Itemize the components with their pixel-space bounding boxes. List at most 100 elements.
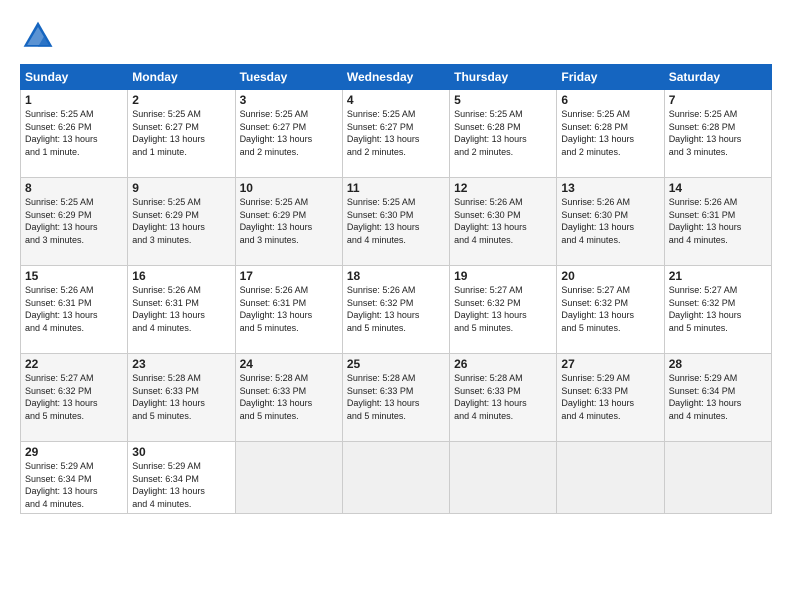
day-number: 1 — [25, 93, 123, 107]
calendar-cell — [342, 442, 449, 514]
calendar-cell: 16Sunrise: 5:26 AMSunset: 6:31 PMDayligh… — [128, 266, 235, 354]
day-number: 24 — [240, 357, 338, 371]
calendar-cell: 6Sunrise: 5:25 AMSunset: 6:28 PMDaylight… — [557, 90, 664, 178]
calendar-cell: 2Sunrise: 5:25 AMSunset: 6:27 PMDaylight… — [128, 90, 235, 178]
calendar-cell: 5Sunrise: 5:25 AMSunset: 6:28 PMDaylight… — [450, 90, 557, 178]
weekday-monday: Monday — [128, 65, 235, 90]
calendar: SundayMondayTuesdayWednesdayThursdayFrid… — [20, 64, 772, 514]
calendar-cell: 10Sunrise: 5:25 AMSunset: 6:29 PMDayligh… — [235, 178, 342, 266]
weekday-wednesday: Wednesday — [342, 65, 449, 90]
day-number: 15 — [25, 269, 123, 283]
calendar-cell: 21Sunrise: 5:27 AMSunset: 6:32 PMDayligh… — [664, 266, 771, 354]
day-number: 8 — [25, 181, 123, 195]
day-number: 5 — [454, 93, 552, 107]
calendar-cell — [664, 442, 771, 514]
day-info: Sunrise: 5:27 AMSunset: 6:32 PMDaylight:… — [561, 284, 659, 334]
calendar-cell: 1Sunrise: 5:25 AMSunset: 6:26 PMDaylight… — [21, 90, 128, 178]
day-info: Sunrise: 5:25 AMSunset: 6:27 PMDaylight:… — [240, 108, 338, 158]
logo — [20, 18, 62, 54]
day-info: Sunrise: 5:26 AMSunset: 6:31 PMDaylight:… — [240, 284, 338, 334]
day-info: Sunrise: 5:26 AMSunset: 6:31 PMDaylight:… — [132, 284, 230, 334]
calendar-cell: 20Sunrise: 5:27 AMSunset: 6:32 PMDayligh… — [557, 266, 664, 354]
calendar-cell: 13Sunrise: 5:26 AMSunset: 6:30 PMDayligh… — [557, 178, 664, 266]
day-info: Sunrise: 5:25 AMSunset: 6:27 PMDaylight:… — [132, 108, 230, 158]
day-info: Sunrise: 5:29 AMSunset: 6:34 PMDaylight:… — [25, 460, 123, 510]
calendar-cell: 28Sunrise: 5:29 AMSunset: 6:34 PMDayligh… — [664, 354, 771, 442]
header — [20, 18, 772, 54]
weekday-tuesday: Tuesday — [235, 65, 342, 90]
calendar-cell: 3Sunrise: 5:25 AMSunset: 6:27 PMDaylight… — [235, 90, 342, 178]
calendar-cell: 4Sunrise: 5:25 AMSunset: 6:27 PMDaylight… — [342, 90, 449, 178]
day-number: 3 — [240, 93, 338, 107]
day-number: 30 — [132, 445, 230, 459]
day-number: 23 — [132, 357, 230, 371]
day-info: Sunrise: 5:25 AMSunset: 6:28 PMDaylight:… — [561, 108, 659, 158]
day-info: Sunrise: 5:29 AMSunset: 6:34 PMDaylight:… — [669, 372, 767, 422]
day-number: 22 — [25, 357, 123, 371]
day-number: 7 — [669, 93, 767, 107]
calendar-cell: 23Sunrise: 5:28 AMSunset: 6:33 PMDayligh… — [128, 354, 235, 442]
calendar-cell: 18Sunrise: 5:26 AMSunset: 6:32 PMDayligh… — [342, 266, 449, 354]
day-number: 13 — [561, 181, 659, 195]
calendar-cell: 9Sunrise: 5:25 AMSunset: 6:29 PMDaylight… — [128, 178, 235, 266]
calendar-cell: 7Sunrise: 5:25 AMSunset: 6:28 PMDaylight… — [664, 90, 771, 178]
day-number: 25 — [347, 357, 445, 371]
calendar-cell: 26Sunrise: 5:28 AMSunset: 6:33 PMDayligh… — [450, 354, 557, 442]
day-number: 11 — [347, 181, 445, 195]
day-number: 21 — [669, 269, 767, 283]
day-info: Sunrise: 5:25 AMSunset: 6:28 PMDaylight:… — [669, 108, 767, 158]
calendar-cell: 11Sunrise: 5:25 AMSunset: 6:30 PMDayligh… — [342, 178, 449, 266]
day-number: 6 — [561, 93, 659, 107]
day-number: 29 — [25, 445, 123, 459]
page: SundayMondayTuesdayWednesdayThursdayFrid… — [0, 0, 792, 612]
calendar-cell: 22Sunrise: 5:27 AMSunset: 6:32 PMDayligh… — [21, 354, 128, 442]
day-number: 16 — [132, 269, 230, 283]
calendar-cell: 19Sunrise: 5:27 AMSunset: 6:32 PMDayligh… — [450, 266, 557, 354]
day-info: Sunrise: 5:25 AMSunset: 6:28 PMDaylight:… — [454, 108, 552, 158]
day-number: 26 — [454, 357, 552, 371]
calendar-cell — [557, 442, 664, 514]
weekday-header-row: SundayMondayTuesdayWednesdayThursdayFrid… — [21, 65, 772, 90]
day-info: Sunrise: 5:27 AMSunset: 6:32 PMDaylight:… — [669, 284, 767, 334]
day-info: Sunrise: 5:28 AMSunset: 6:33 PMDaylight:… — [240, 372, 338, 422]
calendar-cell: 30Sunrise: 5:29 AMSunset: 6:34 PMDayligh… — [128, 442, 235, 514]
day-info: Sunrise: 5:28 AMSunset: 6:33 PMDaylight:… — [347, 372, 445, 422]
day-info: Sunrise: 5:26 AMSunset: 6:31 PMDaylight:… — [669, 196, 767, 246]
day-info: Sunrise: 5:28 AMSunset: 6:33 PMDaylight:… — [132, 372, 230, 422]
day-number: 12 — [454, 181, 552, 195]
calendar-cell: 15Sunrise: 5:26 AMSunset: 6:31 PMDayligh… — [21, 266, 128, 354]
day-number: 9 — [132, 181, 230, 195]
day-number: 4 — [347, 93, 445, 107]
day-info: Sunrise: 5:25 AMSunset: 6:29 PMDaylight:… — [240, 196, 338, 246]
calendar-cell: 25Sunrise: 5:28 AMSunset: 6:33 PMDayligh… — [342, 354, 449, 442]
calendar-cell — [450, 442, 557, 514]
calendar-cell: 29Sunrise: 5:29 AMSunset: 6:34 PMDayligh… — [21, 442, 128, 514]
calendar-cell: 14Sunrise: 5:26 AMSunset: 6:31 PMDayligh… — [664, 178, 771, 266]
day-info: Sunrise: 5:25 AMSunset: 6:29 PMDaylight:… — [132, 196, 230, 246]
day-info: Sunrise: 5:26 AMSunset: 6:30 PMDaylight:… — [561, 196, 659, 246]
day-number: 27 — [561, 357, 659, 371]
day-number: 20 — [561, 269, 659, 283]
day-info: Sunrise: 5:25 AMSunset: 6:29 PMDaylight:… — [25, 196, 123, 246]
calendar-cell: 12Sunrise: 5:26 AMSunset: 6:30 PMDayligh… — [450, 178, 557, 266]
day-info: Sunrise: 5:25 AMSunset: 6:30 PMDaylight:… — [347, 196, 445, 246]
weekday-saturday: Saturday — [664, 65, 771, 90]
day-info: Sunrise: 5:26 AMSunset: 6:31 PMDaylight:… — [25, 284, 123, 334]
day-info: Sunrise: 5:29 AMSunset: 6:34 PMDaylight:… — [132, 460, 230, 510]
weekday-friday: Friday — [557, 65, 664, 90]
day-number: 18 — [347, 269, 445, 283]
day-number: 2 — [132, 93, 230, 107]
day-number: 14 — [669, 181, 767, 195]
day-number: 10 — [240, 181, 338, 195]
logo-icon — [20, 18, 56, 54]
day-info: Sunrise: 5:27 AMSunset: 6:32 PMDaylight:… — [25, 372, 123, 422]
day-info: Sunrise: 5:26 AMSunset: 6:30 PMDaylight:… — [454, 196, 552, 246]
day-number: 19 — [454, 269, 552, 283]
day-info: Sunrise: 5:26 AMSunset: 6:32 PMDaylight:… — [347, 284, 445, 334]
calendar-cell: 27Sunrise: 5:29 AMSunset: 6:33 PMDayligh… — [557, 354, 664, 442]
calendar-cell: 17Sunrise: 5:26 AMSunset: 6:31 PMDayligh… — [235, 266, 342, 354]
day-info: Sunrise: 5:28 AMSunset: 6:33 PMDaylight:… — [454, 372, 552, 422]
day-info: Sunrise: 5:25 AMSunset: 6:27 PMDaylight:… — [347, 108, 445, 158]
day-number: 28 — [669, 357, 767, 371]
calendar-cell: 24Sunrise: 5:28 AMSunset: 6:33 PMDayligh… — [235, 354, 342, 442]
